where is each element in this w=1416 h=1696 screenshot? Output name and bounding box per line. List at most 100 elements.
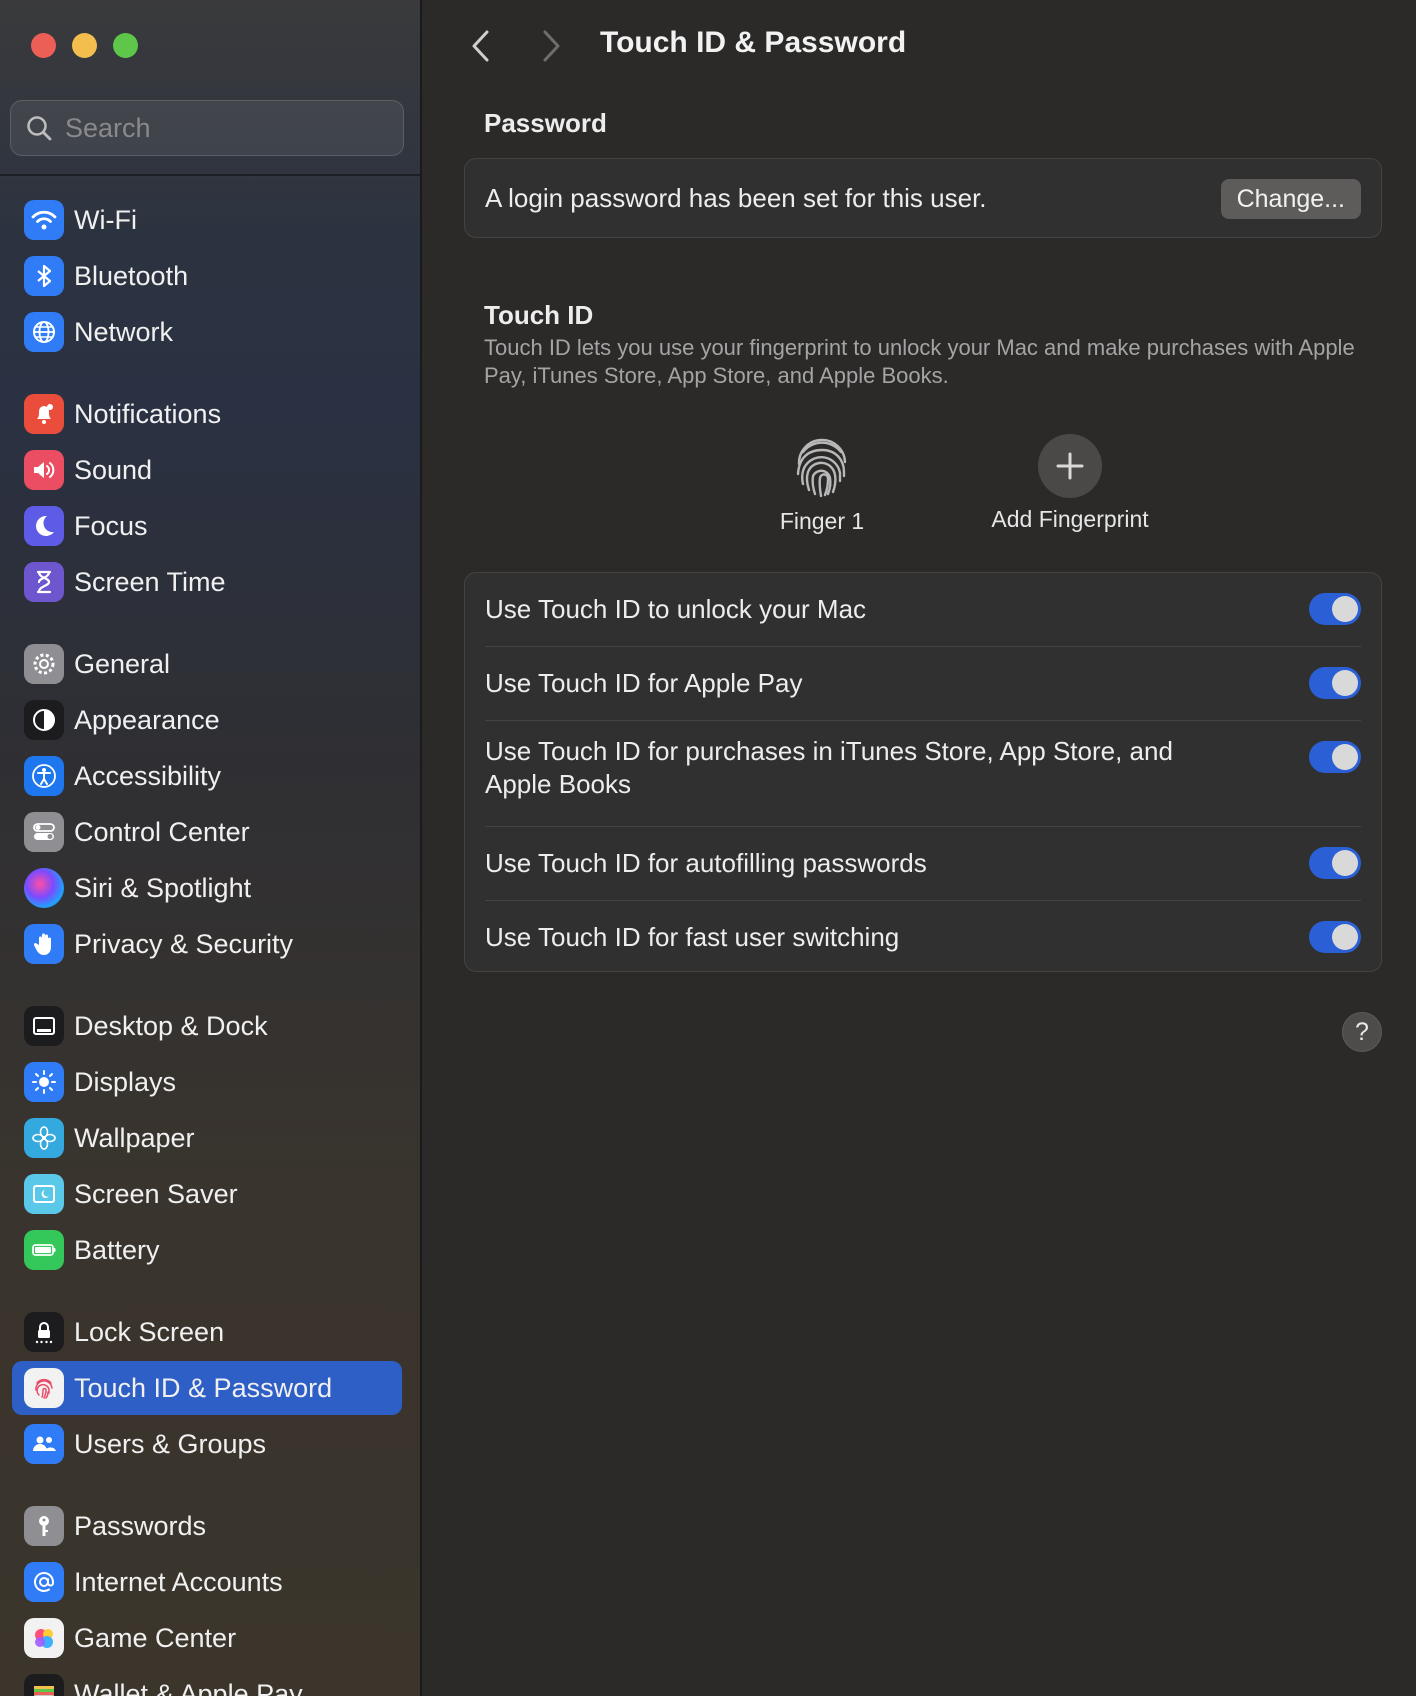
sidebar-item-desktop-dock[interactable]: Desktop & Dock	[12, 999, 402, 1053]
option-row-fast-user-switching: Use Touch ID for fast user switching	[465, 901, 1381, 973]
option-row-apple-pay: Use Touch ID for Apple Pay	[465, 647, 1381, 720]
touch-id-description: Touch ID lets you use your fingerprint t…	[484, 335, 1355, 388]
battery-icon	[24, 1230, 64, 1270]
page-title: Touch ID & Password	[600, 26, 907, 59]
sidebar-item-control-center[interactable]: Control Center	[12, 805, 402, 859]
touch-id-heading: Touch ID	[484, 300, 594, 330]
sidebar-item-touch-id-password[interactable]: Touch ID & Password	[12, 1361, 402, 1415]
sidebar-item-wifi[interactable]: Wi-Fi	[12, 193, 402, 247]
sidebar-item-privacy-security[interactable]: Privacy & Security	[12, 917, 402, 971]
change-password-button[interactable]: Change...	[1220, 179, 1361, 219]
dock-icon	[24, 1006, 64, 1046]
add-fingerprint-item[interactable]: Add Fingerprint	[950, 434, 1190, 533]
key-icon	[24, 1506, 64, 1546]
sidebar-item-general[interactable]: General	[12, 637, 402, 691]
sidebar-item-wallpaper[interactable]: Wallpaper	[12, 1111, 402, 1165]
sidebar-item-label: Users & Groups	[74, 1428, 267, 1459]
help-button[interactable]: ?	[1342, 1012, 1382, 1052]
search-input[interactable]	[65, 112, 385, 144]
sidebar-item-label: Passwords	[74, 1510, 207, 1541]
sidebar-item-label: Focus	[74, 510, 148, 541]
sidebar-item-lock-screen[interactable]: Lock Screen	[12, 1305, 402, 1359]
sidebar-item-passwords[interactable]: Passwords	[12, 1499, 402, 1553]
fingerprint-icon	[24, 1368, 64, 1408]
add-fingerprint-label: Add Fingerprint	[991, 506, 1149, 532]
wifi-icon	[24, 200, 64, 240]
forward-button[interactable]	[534, 26, 568, 66]
apple-pay-toggle[interactable]	[1309, 667, 1361, 699]
accessibility-icon	[24, 756, 64, 796]
sidebar-item-focus[interactable]: Focus	[12, 499, 402, 553]
sidebar-item-appearance[interactable]: Appearance	[12, 693, 402, 747]
sidebar-item-label: Battery	[74, 1234, 160, 1265]
wallet-icon	[24, 1674, 64, 1696]
sidebar-item-network[interactable]: Network	[12, 305, 402, 359]
sidebar-item-label: Lock Screen	[74, 1316, 225, 1347]
sidebar-item-label: Network	[74, 316, 174, 347]
add-fingerprint-button[interactable]	[1038, 434, 1102, 498]
sidebar-item-label: Wallet & Apple Pay	[74, 1678, 303, 1696]
sidebar-item-label: Siri & Spotlight	[74, 872, 252, 903]
option-label: Use Touch ID for fast user switching	[485, 921, 900, 952]
sidebar-item-sound[interactable]: Sound	[12, 443, 402, 497]
sidebar-divider	[0, 174, 420, 176]
option-row-purchases: Use Touch ID for purchases in iTunes Sto…	[465, 721, 1381, 826]
gear-icon	[24, 644, 64, 684]
speaker-icon	[24, 450, 64, 490]
sidebar-item-siri-spotlight[interactable]: Siri & Spotlight	[12, 861, 402, 915]
sidebar-item-game-center[interactable]: Game Center	[12, 1611, 402, 1665]
appearance-icon	[24, 700, 64, 740]
plus-icon	[1056, 452, 1084, 480]
sidebar-item-label: Game Center	[74, 1622, 237, 1653]
sidebar-item-label: Appearance	[74, 704, 220, 735]
sidebar-item-label: Notifications	[74, 398, 222, 429]
finger-1-item[interactable]: Finger 1	[722, 434, 922, 535]
sidebar-item-bluetooth[interactable]: Bluetooth	[12, 249, 402, 303]
hand-icon	[24, 924, 64, 964]
sidebar-item-accessibility[interactable]: Accessibility	[12, 749, 402, 803]
sidebar-item-wallet-apple-pay[interactable]: Wallet & Apple Pay	[12, 1667, 402, 1696]
sidebar-item-battery[interactable]: Battery	[12, 1223, 402, 1277]
sidebar-item-label: Wallpaper	[74, 1122, 195, 1153]
users-icon	[24, 1424, 64, 1464]
autofill-passwords-toggle[interactable]	[1309, 847, 1361, 879]
screen-saver-icon	[24, 1174, 64, 1214]
moon-icon	[24, 506, 64, 546]
finger-1-label: Finger 1	[779, 508, 865, 534]
at-icon	[24, 1562, 64, 1602]
search-icon	[27, 116, 52, 141]
sidebar-item-users-groups[interactable]: Users & Groups	[12, 1417, 402, 1471]
sidebar-item-label: Accessibility	[74, 760, 222, 791]
purchases-toggle[interactable]	[1309, 741, 1361, 773]
main-pane: Touch ID & Password Password A login pas…	[424, 0, 1416, 1696]
search-field[interactable]	[10, 100, 404, 156]
close-window-button[interactable]	[31, 33, 56, 58]
bluetooth-icon	[24, 256, 64, 296]
option-row-unlock-mac: Use Touch ID to unlock your Mac	[465, 573, 1381, 646]
sidebar-item-label: Displays	[74, 1066, 177, 1097]
sidebar-item-internet-accounts[interactable]: Internet Accounts	[12, 1555, 402, 1609]
sidebar-item-label: Privacy & Security	[74, 928, 294, 959]
sidebar-item-displays[interactable]: Displays	[12, 1055, 402, 1109]
sidebar-item-label: Bluetooth	[74, 260, 189, 291]
password-heading: Password	[484, 108, 607, 138]
unlock-mac-toggle[interactable]	[1309, 593, 1361, 625]
chevron-right-icon	[543, 30, 560, 62]
sidebar-item-screen-saver[interactable]: Screen Saver	[12, 1167, 402, 1221]
back-button[interactable]	[464, 26, 498, 66]
sidebar-item-label: Control Center	[74, 816, 250, 847]
game-center-icon	[24, 1618, 64, 1658]
fast-user-switching-toggle[interactable]	[1309, 921, 1361, 953]
minimize-window-button[interactable]	[72, 33, 97, 58]
option-label: Use Touch ID for purchases in iTunes Sto…	[485, 736, 1173, 799]
sidebar-item-notifications[interactable]: Notifications	[12, 387, 402, 441]
option-label: Use Touch ID to unlock your Mac	[485, 594, 867, 624]
sidebar-item-label: Desktop & Dock	[74, 1010, 268, 1041]
password-card: A login password has been set for this u…	[464, 158, 1382, 238]
touch-id-options-card: Use Touch ID to unlock your Mac Use Touc…	[464, 572, 1382, 972]
sidebar-item-label: Screen Time	[74, 566, 226, 597]
globe-icon	[24, 312, 64, 352]
sidebar-item-screen-time[interactable]: Screen Time	[12, 555, 402, 609]
zoom-window-button[interactable]	[113, 33, 138, 58]
option-label: Use Touch ID for autofilling passwords	[485, 848, 927, 878]
